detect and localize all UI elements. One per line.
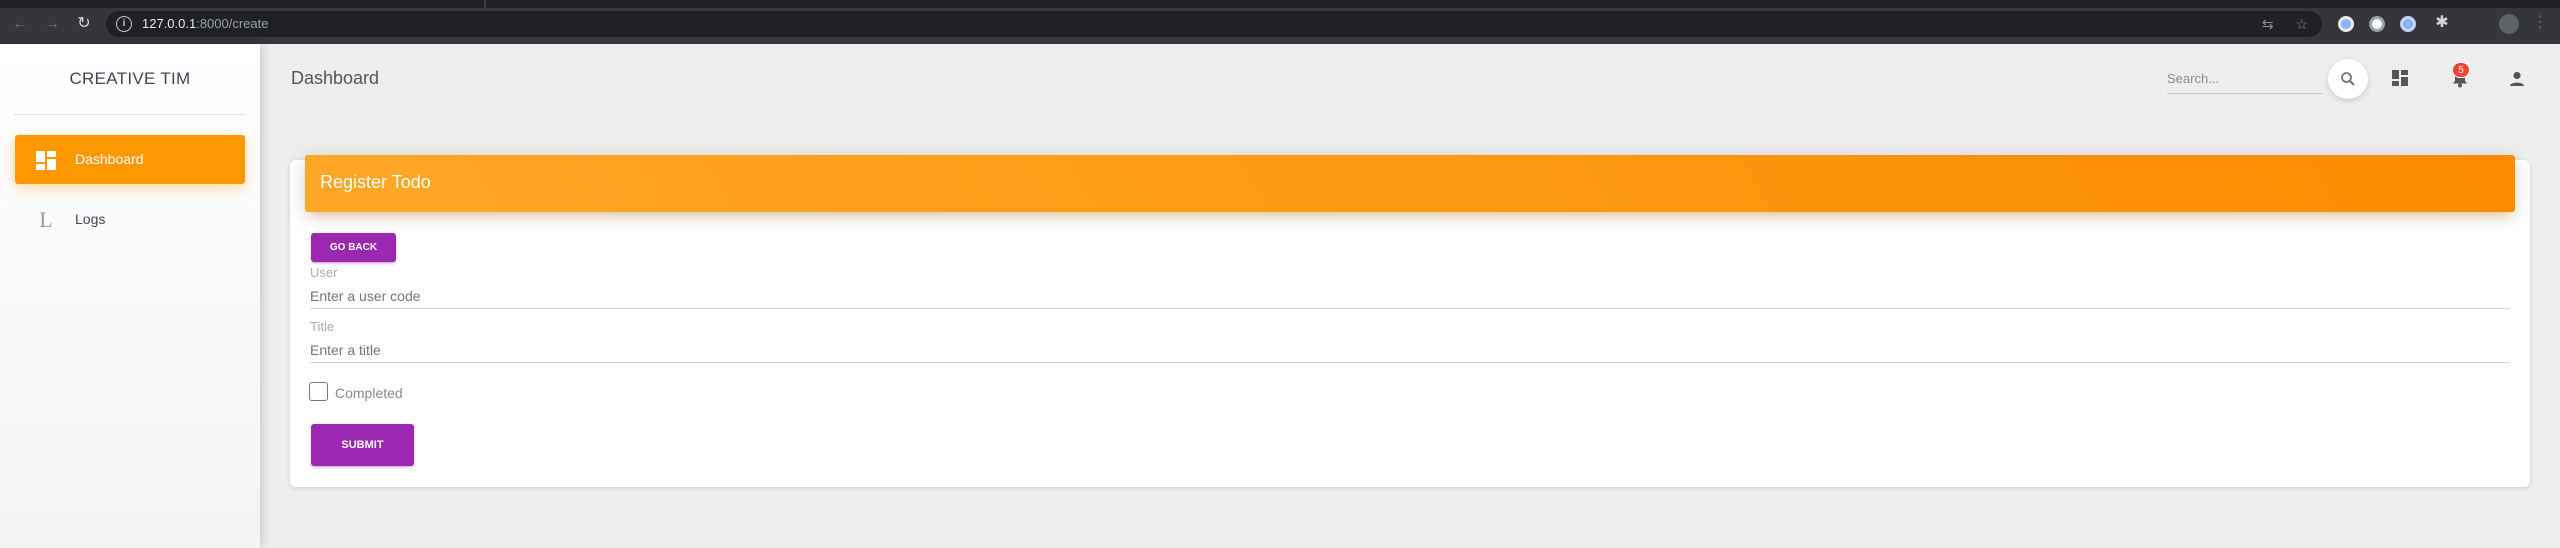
user-code-input[interactable] xyxy=(310,283,2510,309)
divider xyxy=(14,114,246,115)
notification-badge: 5 xyxy=(2452,62,2470,78)
address-bar[interactable]: i 127.0.0.1:8000/create ⇆ ☆ xyxy=(106,11,2322,37)
search-input[interactable] xyxy=(2167,67,2323,89)
search-icon xyxy=(2341,72,2355,86)
logs-letter-icon: L xyxy=(39,207,53,232)
user-field-label: User xyxy=(310,265,338,280)
sidebar-item-dashboard[interactable]: Dashboard xyxy=(15,135,245,184)
dashboard-icon xyxy=(35,149,57,171)
puzzle-icon[interactable]: ✱ xyxy=(2432,13,2452,33)
sidebar-item-logs[interactable]: L Logs xyxy=(15,195,245,244)
sidebar: CREATIVE TIM Dashboard L Logs xyxy=(0,44,260,548)
completed-checkbox-label[interactable]: Completed xyxy=(335,385,403,401)
page-title[interactable]: Dashboard xyxy=(291,68,379,89)
search-field xyxy=(2167,64,2323,94)
url-text[interactable]: 127.0.0.1:8000/create xyxy=(142,16,269,31)
go-back-button[interactable]: Go back xyxy=(311,233,396,262)
search-button[interactable] xyxy=(2328,59,2368,99)
bookmark-star-icon[interactable]: ☆ xyxy=(2295,16,2308,32)
submit-button[interactable]: Submit xyxy=(311,424,414,466)
tab-strip xyxy=(0,0,2560,8)
profile-button[interactable] xyxy=(2505,67,2529,91)
title-field-label: Title xyxy=(310,319,335,334)
profile-avatar[interactable] xyxy=(2499,14,2519,34)
tab-separator xyxy=(484,0,486,8)
forward-arrow-icon[interactable]: → xyxy=(42,14,62,34)
extension-icon[interactable] xyxy=(2338,16,2354,32)
completed-checkbox[interactable] xyxy=(309,382,328,401)
reload-icon[interactable]: ↻ xyxy=(74,14,94,34)
extension-icon[interactable] xyxy=(2400,16,2416,32)
brand-logo[interactable]: CREATIVE TIM xyxy=(0,44,260,114)
card-header: Register Todo xyxy=(305,155,2515,212)
person-icon xyxy=(2510,71,2524,86)
site-info-icon[interactable]: i xyxy=(116,16,132,32)
browser-toolbar: ← → ↻ i 127.0.0.1:8000/create ⇆ ☆ ✱ ⋮ xyxy=(0,0,2560,44)
extension-icon[interactable] xyxy=(2369,16,2385,32)
more-vert-icon[interactable]: ⋮ xyxy=(2530,13,2550,33)
sidebar-item-label: Logs xyxy=(75,211,106,227)
apps-grid-icon[interactable] xyxy=(2389,67,2413,91)
sidebar-item-label: Dashboard xyxy=(75,151,144,167)
title-input[interactable] xyxy=(310,337,2510,363)
back-arrow-icon[interactable]: ← xyxy=(10,14,30,34)
translate-icon[interactable]: ⇆ xyxy=(2262,16,2274,32)
card-title: Register Todo xyxy=(320,172,431,192)
